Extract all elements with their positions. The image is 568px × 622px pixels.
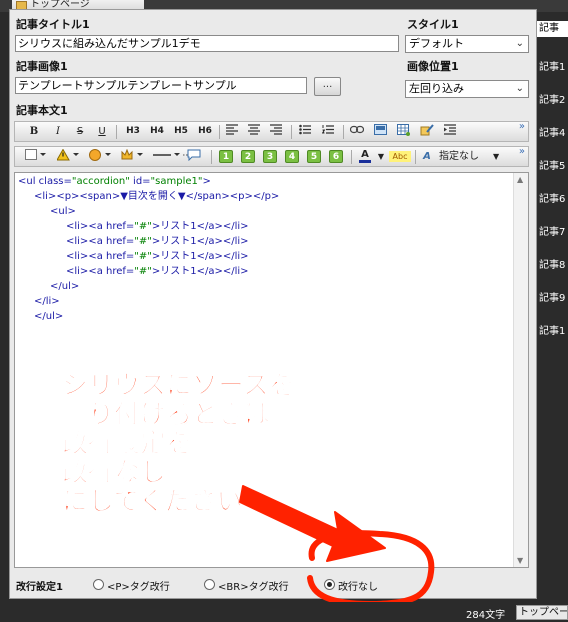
radio-br-tag-label: <BR>タグ改行: [218, 582, 289, 593]
linebreak-setting: 改行設定1 <P>タグ改行 <BR>タグ改行 改行なし: [14, 576, 529, 596]
annotation-overlay: [239, 485, 435, 608]
radio-p-tag[interactable]: [93, 579, 104, 590]
radio-no-break-label: 改行なし: [338, 582, 378, 593]
radio-p-tag-label: <P>タグ改行: [107, 582, 170, 593]
radio-br-tag[interactable]: [204, 579, 215, 590]
status-page-tab[interactable]: トップページ: [516, 605, 568, 620]
status-bar: 284文字 トップページ: [0, 602, 568, 622]
char-count: 284文字: [466, 610, 506, 621]
radio-no-break[interactable]: [324, 579, 335, 590]
linebreak-label: 改行設定1: [16, 582, 63, 593]
